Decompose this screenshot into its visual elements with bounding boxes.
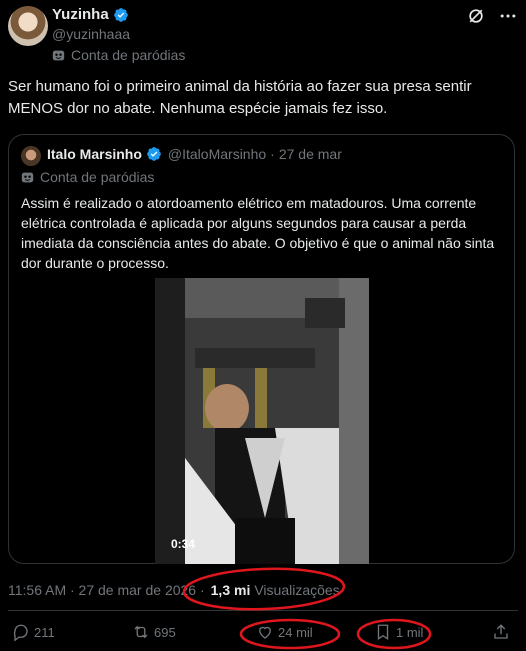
quoted-parody-label: Conta de paródias xyxy=(40,169,155,185)
author-display-name[interactable]: Yuzinha xyxy=(52,6,109,23)
mask-icon xyxy=(21,172,34,182)
more-icon[interactable] xyxy=(498,6,518,26)
quoted-handle[interactable]: @ItaloMarsinho xyxy=(168,146,266,162)
quoted-header: Italo Marsinho @ItaloMarsinho · 27 de ma… xyxy=(47,146,342,162)
tweet-text: Ser humano foi o primeiro animal da hist… xyxy=(8,78,472,117)
tweet-header: Yuzinha @yuzinhaaa Conta de paródias xyxy=(8,6,518,66)
like-count: 24 mil xyxy=(278,624,313,640)
tweet-meta: 11:56 AM · 27 de mar de 2026 · 1,3 mi Vi… xyxy=(8,582,340,598)
quoted-avatar[interactable] xyxy=(21,146,41,166)
reply-count: 211 xyxy=(34,624,55,640)
reply-icon xyxy=(13,624,28,641)
video-player[interactable]: 0:34 xyxy=(155,278,369,564)
parody-label-row: Conta de paródias xyxy=(52,47,185,63)
author-name-row: Yuzinha xyxy=(52,6,129,23)
action-bar: 211 695 24 mil 1 mil xyxy=(12,623,512,647)
divider xyxy=(8,610,518,611)
parody-label: Conta de paródias xyxy=(71,47,186,63)
video-duration: 0:34 xyxy=(171,537,196,551)
avatar[interactable] xyxy=(8,6,48,46)
timestamp[interactable]: 11:56 AM · 27 de mar de 2026 · xyxy=(8,582,205,598)
share-button[interactable] xyxy=(492,623,510,641)
quoted-text: Assim é realizado o atordoamento elétric… xyxy=(21,195,495,271)
quoted-separator: · xyxy=(270,146,275,162)
repost-button[interactable]: 695 xyxy=(132,623,176,641)
quoted-display-name[interactable]: Italo Marsinho xyxy=(47,146,142,162)
quoted-date[interactable]: 27 de mar xyxy=(279,146,342,162)
repost-count: 695 xyxy=(154,624,176,640)
bookmark-button[interactable]: 1 mil xyxy=(374,623,423,641)
quoted-parody-row: Conta de paródias xyxy=(21,169,154,185)
views-label: Visualizações xyxy=(254,582,340,598)
like-button[interactable]: 24 mil xyxy=(256,623,313,641)
top-actions xyxy=(466,6,518,26)
author-handle[interactable]: @yuzinhaaa xyxy=(52,26,130,42)
share-icon xyxy=(494,624,508,639)
verified-badge-icon xyxy=(113,7,128,22)
grok-icon[interactable] xyxy=(466,6,486,26)
quoted-tweet[interactable]: Italo Marsinho @ItaloMarsinho · 27 de ma… xyxy=(8,134,515,564)
mask-icon xyxy=(52,50,65,60)
reply-button[interactable]: 211 xyxy=(12,623,55,641)
repost-icon xyxy=(134,625,148,639)
bookmark-count: 1 mil xyxy=(396,624,424,640)
video-frame xyxy=(155,278,369,564)
bookmark-icon xyxy=(377,624,389,641)
like-icon xyxy=(259,626,271,639)
verified-badge-icon xyxy=(147,147,161,161)
views-count: 1,3 mi xyxy=(210,582,251,598)
